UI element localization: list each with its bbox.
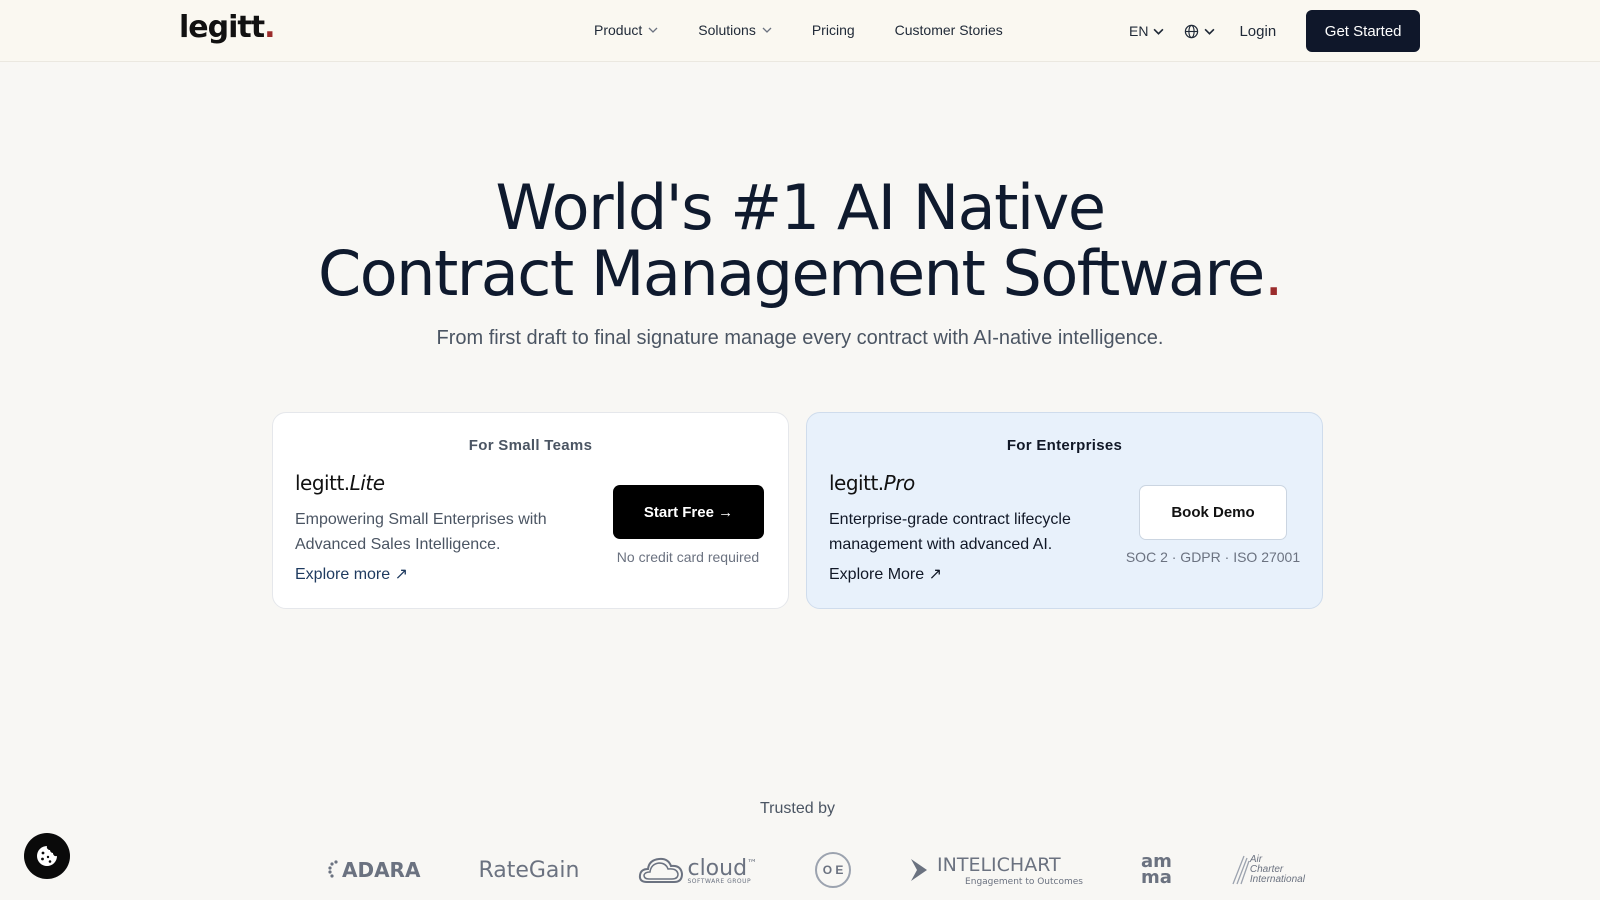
nav-product-label: Product [594,22,643,38]
cloud-icon [639,857,684,883]
nav-pricing-label: Pricing [811,22,855,38]
pro-card-description: Enterprise-grade contract lifecycle mana… [829,511,1071,553]
chevron-down-icon [762,27,772,33]
pro-brand-suffix: Pro [883,471,916,495]
cloud-logo-words: cloud™ SOFTWARE GROUP [687,856,757,885]
pro-brand-prefix: legitt. [829,471,884,495]
air-charter-swoosh-icon [1232,855,1250,885]
cloud-logo-subtext: SOFTWARE GROUP [687,877,752,885]
lite-brand-prefix: legitt. [295,471,350,495]
pro-card-tag: For Enterprises [1006,437,1123,454]
intelichart-logo: INTELICHART Engagement to Outcomes [909,854,1083,887]
adara-logo-text: ADARA [342,858,421,882]
top-nav: legitt. Product Solutions Pricing Custom… [0,0,1600,62]
intelichart-words: INTELICHART Engagement to Outcomes [937,854,1083,887]
client-logos: ADARA RateGain cloud™ SOFTWARE GROUP O E… [328,850,1363,890]
language-label: EN [1129,23,1149,39]
air-charter-words: Air Charter International [1250,855,1305,885]
adara-logo: ADARA [328,858,420,882]
air-charter-logo: Air Charter International [1230,854,1305,886]
nav-customer-stories[interactable]: Customer Stories [895,22,1003,38]
cloud-trademark: ™ [747,858,758,870]
lite-card-tag: For Small Teams [468,437,593,454]
cookie-settings-button[interactable] [24,833,70,879]
lite-plan-card: For Small Teams legitt.Lite Empowering S… [272,412,789,609]
pro-explore-link[interactable]: Explore More ↗ [829,564,942,584]
chevron-down-icon [1153,28,1164,35]
ose-logo: O E [815,852,852,888]
brand-logo[interactable]: legitt. [179,10,276,45]
nav-solutions-label: Solutions [698,22,756,38]
lite-card-description: Empowering Small Enterprises with Advanc… [295,511,547,553]
nav-product[interactable]: Product [594,22,658,38]
brand-logo-dot: . [264,10,275,45]
intelichart-tagline: Engagement to Outcomes [965,876,1083,887]
nav-links: Product Solutions Pricing Customer Stori… [594,22,1043,38]
adara-dots-icon [328,860,338,878]
lite-card-brand: legitt.Lite [295,471,385,495]
lite-brand-suffix: Lite [349,471,385,495]
hero-subtitle: From first draft to final signature mana… [436,327,1164,349]
nav-customer-stories-label: Customer Stories [894,22,1003,38]
get-started-button[interactable]: Get Started [1306,10,1421,52]
rategain-logo: RateGain [478,857,580,883]
amma-logo-line2: ma [1140,867,1172,888]
nav-pricing[interactable]: Pricing [812,22,855,38]
pro-plan-card: For Enterprises legitt.Pro Enterprise-gr… [806,412,1323,609]
start-free-button[interactable]: Start Free → [613,485,764,539]
brand-logo-text: legitt [179,10,265,45]
chevron-down-icon [648,27,658,33]
pro-card-brand: legitt.Pro [829,471,915,495]
region-selector[interactable] [1184,24,1215,39]
login-link[interactable]: Login [1239,23,1276,40]
cookie-icon [37,846,57,866]
lite-card-note: No credit card required [616,549,760,565]
chevron-down-icon [1204,28,1215,35]
intelichart-chevron-icon [911,859,928,881]
nav-solutions[interactable]: Solutions [698,22,772,38]
cloud-software-group-logo: cloud™ SOFTWARE GROUP [637,852,757,888]
pro-card-note: SOC 2 · GDPR · ISO 27001 [1125,549,1301,565]
hero-title: World's #1 AI Native Contract Management… [0,175,1600,307]
hero-title-line2: Contract Management Software. [0,241,1600,307]
nav-right: EN Login Get Started [1129,10,1421,52]
intelichart-logo-text: INTELICHART [937,853,1061,876]
amma-logo: am ma [1140,853,1172,888]
hero-title-line2-text: Contract Management Software [317,237,1265,310]
hero-title-line1: World's #1 AI Native [495,171,1106,244]
lite-explore-link[interactable]: Explore more ↗ [295,564,408,584]
globe-icon [1185,24,1199,38]
language-selector[interactable]: EN [1129,23,1164,39]
trusted-by-label: Trusted by [760,800,835,817]
book-demo-button[interactable]: Book Demo [1139,485,1287,540]
air-charter-line3: International [1249,874,1305,885]
hero-title-dot: . [1263,237,1284,310]
